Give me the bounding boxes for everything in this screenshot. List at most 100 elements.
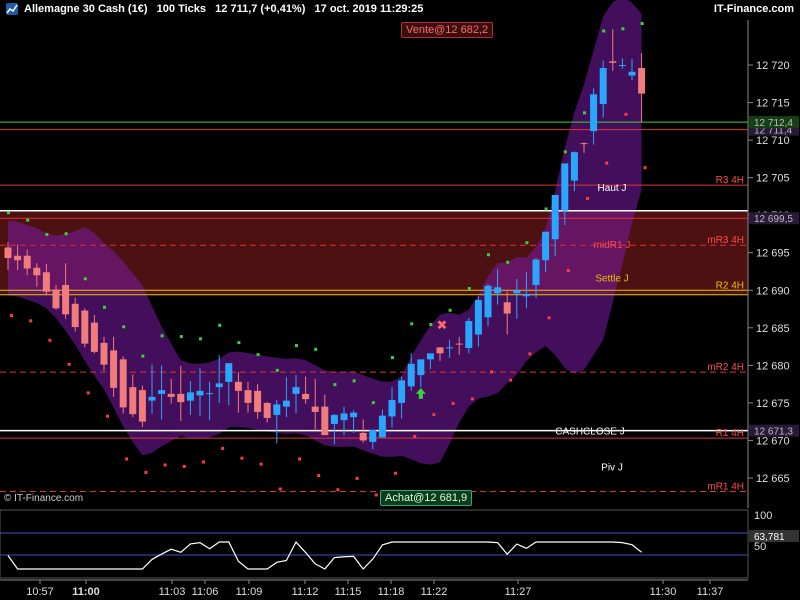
support-dot xyxy=(256,353,260,357)
candle-body xyxy=(570,152,578,181)
support-dot xyxy=(410,322,414,326)
candle-body xyxy=(33,267,41,276)
support-dot xyxy=(525,241,529,245)
candles xyxy=(4,29,646,450)
support-dot xyxy=(237,341,241,345)
candle-body xyxy=(426,353,434,360)
support-dot xyxy=(563,150,567,154)
support-dot xyxy=(314,347,318,351)
support-dot xyxy=(602,29,606,33)
resistance-dot xyxy=(29,319,33,323)
level-label: mR1 4H xyxy=(707,481,744,492)
candle-body xyxy=(177,393,185,403)
candle-body xyxy=(158,390,166,394)
price-tag xyxy=(749,123,799,136)
x-tick-label: 11:27 xyxy=(505,586,532,598)
price-tag-label: 12 712,4 xyxy=(754,118,793,129)
candle-body xyxy=(100,342,108,365)
support-dot xyxy=(7,211,10,215)
candle-body xyxy=(417,359,425,376)
support-dot xyxy=(583,111,586,115)
candle-body xyxy=(628,71,636,76)
candle-body xyxy=(148,396,156,401)
candle-body xyxy=(599,68,607,105)
support-dot xyxy=(218,323,222,327)
chart-text-label: Haut J xyxy=(598,183,627,194)
support-dot xyxy=(45,232,49,236)
x-tick-label: 10:57 xyxy=(26,586,54,598)
price-tag xyxy=(749,212,799,225)
candle-body xyxy=(378,415,386,438)
y-tick-label: 12 710 xyxy=(756,135,790,147)
support-dot xyxy=(26,218,30,222)
price-tag xyxy=(749,424,799,437)
candle-body xyxy=(42,272,50,292)
candle-body xyxy=(340,413,348,421)
resistance-dot xyxy=(317,473,321,477)
x-tick-label: 11:22 xyxy=(421,586,448,598)
candle-body xyxy=(302,393,310,400)
level-label: R2 4H xyxy=(716,280,744,291)
candle-body xyxy=(455,343,463,345)
candle-body xyxy=(618,65,626,67)
candle-body xyxy=(52,289,60,309)
candle-body xyxy=(225,363,233,382)
candle-body xyxy=(244,390,252,403)
support-dot xyxy=(103,305,106,309)
resistance-dot xyxy=(48,338,52,342)
resistance-dot xyxy=(413,434,417,438)
resistance-dot xyxy=(547,316,551,320)
resistance-dot xyxy=(67,362,71,366)
candle-body xyxy=(638,68,646,94)
resistance-dot xyxy=(586,196,589,200)
resistance-dot xyxy=(259,462,263,466)
buy-arrow-icon xyxy=(415,387,426,399)
candle-body xyxy=(446,347,454,349)
candle-body xyxy=(129,387,137,415)
chart-text-label: CASHCLOSE J xyxy=(555,426,624,437)
buy-order-label[interactable]: Achat@12 681,9 xyxy=(380,490,473,506)
chart-text-label: Piv J xyxy=(601,462,623,473)
resistance-dot xyxy=(240,456,244,460)
resistance-dot xyxy=(10,314,13,318)
x-tick-label: 11:37 xyxy=(697,586,724,598)
candle-body xyxy=(465,321,473,349)
support-dot xyxy=(448,308,452,312)
resistance-dot xyxy=(605,161,609,165)
candle-body xyxy=(494,287,502,294)
x-tick-label: 11:06 xyxy=(192,586,219,598)
y-tick-label: 12 705 xyxy=(756,173,790,185)
indicator-tick-label: 50 xyxy=(754,541,766,553)
level-label: R3 4H xyxy=(716,175,744,186)
resistance-dot xyxy=(182,464,186,468)
level-label: mR2 4H xyxy=(707,362,744,373)
brand-label: IT-Finance.com xyxy=(713,3,794,15)
candle-body xyxy=(590,94,598,132)
support-dot xyxy=(333,383,337,387)
support-dot xyxy=(487,253,490,257)
candle-body xyxy=(215,383,223,388)
x-tick-label: 11:12 xyxy=(292,586,319,598)
candle-body xyxy=(282,400,290,407)
y-tick-label: 12 700 xyxy=(756,210,790,222)
chart-text-label: midR1 J xyxy=(594,240,631,251)
indicator-line xyxy=(7,540,642,570)
x-tick-label: 11:15 xyxy=(335,586,362,598)
candle-body xyxy=(81,310,89,344)
support-dot xyxy=(199,337,202,341)
candle-body xyxy=(110,350,118,388)
support-dot xyxy=(544,207,548,211)
support-dot xyxy=(295,344,298,348)
resistance-dot xyxy=(144,470,148,474)
resistance-dot xyxy=(470,397,474,401)
x-tick-label: 11:03 xyxy=(159,586,186,598)
bollinger-band xyxy=(8,0,642,465)
y-tick-label: 12 695 xyxy=(756,248,790,260)
candle-body xyxy=(321,406,329,436)
candle-body xyxy=(359,432,367,441)
exit-cross-icon: ✖ xyxy=(437,317,448,332)
support-dot xyxy=(275,368,279,372)
resistance-dot xyxy=(394,471,397,475)
sell-order-label[interactable]: Vente@12 682,2 xyxy=(401,22,494,38)
candle-body xyxy=(561,163,569,211)
